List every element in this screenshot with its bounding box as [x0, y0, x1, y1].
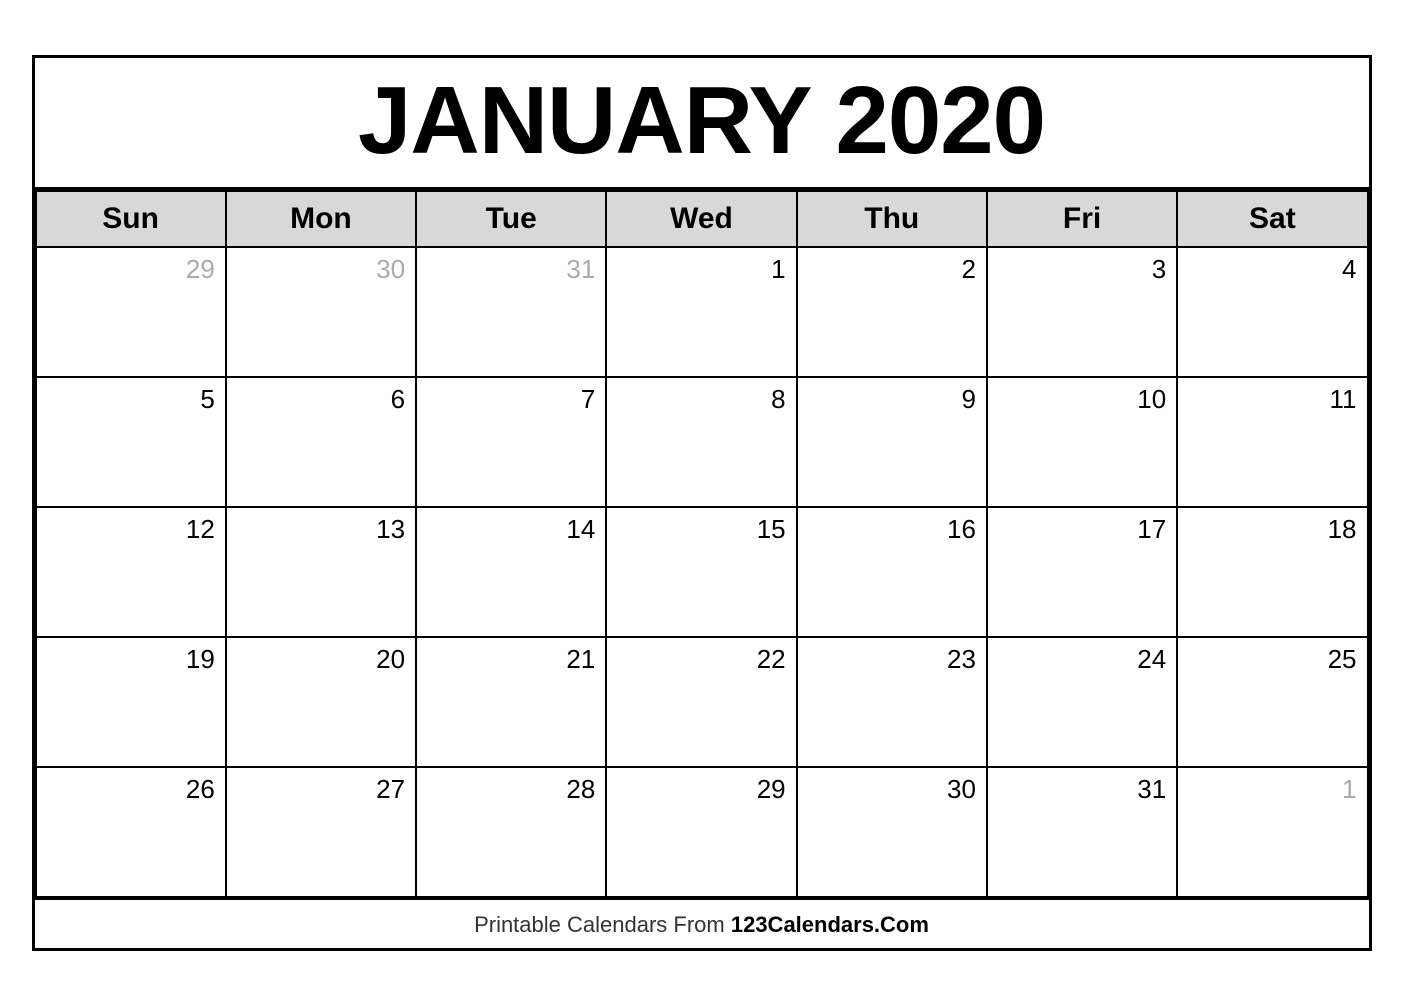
- calendar-day-cell: 1: [606, 247, 796, 377]
- weekday-header-mon: Mon: [226, 191, 416, 247]
- footer-text-bold: 123Calendars.Com: [731, 912, 929, 937]
- calendar-day-cell: 26: [36, 767, 226, 897]
- day-number: 19: [37, 644, 215, 675]
- day-number: 25: [1178, 644, 1356, 675]
- calendar-title: JANUARY 2020: [35, 58, 1369, 191]
- footer-text-normal: Printable Calendars From: [474, 912, 731, 937]
- day-number: 29: [37, 254, 215, 285]
- day-number: 10: [988, 384, 1166, 415]
- day-number: 18: [1178, 514, 1356, 545]
- calendar-day-cell: 9: [797, 377, 987, 507]
- calendar-day-cell: 18: [1177, 507, 1367, 637]
- calendar-day-cell: 10: [987, 377, 1177, 507]
- calendar-day-cell: 7: [416, 377, 606, 507]
- calendar-day-cell: 23: [797, 637, 987, 767]
- calendar-day-cell: 30: [797, 767, 987, 897]
- day-number: 28: [417, 774, 595, 805]
- day-number: 17: [988, 514, 1166, 545]
- day-number: 2: [798, 254, 976, 285]
- day-number: 8: [607, 384, 785, 415]
- calendar-day-cell: 28: [416, 767, 606, 897]
- day-number: 9: [798, 384, 976, 415]
- calendar-day-cell: 6: [226, 377, 416, 507]
- day-number: 15: [607, 514, 785, 545]
- day-number: 29: [607, 774, 785, 805]
- day-number: 12: [37, 514, 215, 545]
- day-number: 7: [417, 384, 595, 415]
- weekday-header-fri: Fri: [987, 191, 1177, 247]
- calendar-day-cell: 21: [416, 637, 606, 767]
- day-number: 30: [798, 774, 976, 805]
- calendar-day-cell: 20: [226, 637, 416, 767]
- day-number: 5: [37, 384, 215, 415]
- day-number: 31: [988, 774, 1166, 805]
- day-number: 23: [798, 644, 976, 675]
- weekday-header-sun: Sun: [36, 191, 226, 247]
- calendar-day-cell: 25: [1177, 637, 1367, 767]
- day-number: 21: [417, 644, 595, 675]
- day-number: 27: [227, 774, 405, 805]
- day-number: 14: [417, 514, 595, 545]
- calendar-day-cell: 14: [416, 507, 606, 637]
- calendar-grid: SunMonTueWedThuFriSat 293031123456789101…: [35, 190, 1369, 898]
- day-number: 16: [798, 514, 976, 545]
- calendar-day-cell: 24: [987, 637, 1177, 767]
- calendar-day-cell: 31: [416, 247, 606, 377]
- calendar-day-cell: 13: [226, 507, 416, 637]
- calendar-day-cell: 12: [36, 507, 226, 637]
- calendar-day-cell: 1: [1177, 767, 1367, 897]
- calendar-week-row: 19 20 21 22 23 24 25: [36, 637, 1368, 767]
- calendar-day-cell: 29: [36, 247, 226, 377]
- calendar-day-cell: 3: [987, 247, 1177, 377]
- calendar-day-cell: 29: [606, 767, 796, 897]
- calendar-day-cell: 15: [606, 507, 796, 637]
- day-number: 22: [607, 644, 785, 675]
- day-number: 31: [417, 254, 595, 285]
- day-number: 6: [227, 384, 405, 415]
- day-number: 1: [607, 254, 785, 285]
- day-number: 11: [1178, 384, 1356, 415]
- day-number: 3: [988, 254, 1166, 285]
- day-number: 1: [1178, 774, 1356, 805]
- calendar-day-cell: 19: [36, 637, 226, 767]
- calendar-day-cell: 11: [1177, 377, 1367, 507]
- day-number: 13: [227, 514, 405, 545]
- calendar-week-row: 56789 10 11: [36, 377, 1368, 507]
- day-number: 26: [37, 774, 215, 805]
- weekday-header-thu: Thu: [797, 191, 987, 247]
- calendar-week-row: 26 27 28 29 30 31 1: [36, 767, 1368, 897]
- weekday-header-sat: Sat: [1177, 191, 1367, 247]
- calendar-day-cell: 27: [226, 767, 416, 897]
- calendar-day-cell: 16: [797, 507, 987, 637]
- calendar-footer: Printable Calendars From 123Calendars.Co…: [35, 898, 1369, 948]
- calendar-day-cell: 31: [987, 767, 1177, 897]
- calendar-day-cell: 8: [606, 377, 796, 507]
- calendar-day-cell: 17: [987, 507, 1177, 637]
- weekday-header-tue: Tue: [416, 191, 606, 247]
- weekday-header-wed: Wed: [606, 191, 796, 247]
- day-number: 4: [1178, 254, 1356, 285]
- calendar-container: JANUARY 2020 SunMonTueWedThuFriSat 29303…: [32, 55, 1372, 952]
- calendar-day-cell: 4: [1177, 247, 1367, 377]
- calendar-day-cell: 30: [226, 247, 416, 377]
- calendar-day-cell: 22: [606, 637, 796, 767]
- calendar-day-cell: 2: [797, 247, 987, 377]
- calendar-week-row: 12 13 14 15 16 17 18: [36, 507, 1368, 637]
- day-number: 30: [227, 254, 405, 285]
- weekday-header-row: SunMonTueWedThuFriSat: [36, 191, 1368, 247]
- calendar-day-cell: 5: [36, 377, 226, 507]
- day-number: 20: [227, 644, 405, 675]
- calendar-week-row: 29 30 31 1234: [36, 247, 1368, 377]
- day-number: 24: [988, 644, 1166, 675]
